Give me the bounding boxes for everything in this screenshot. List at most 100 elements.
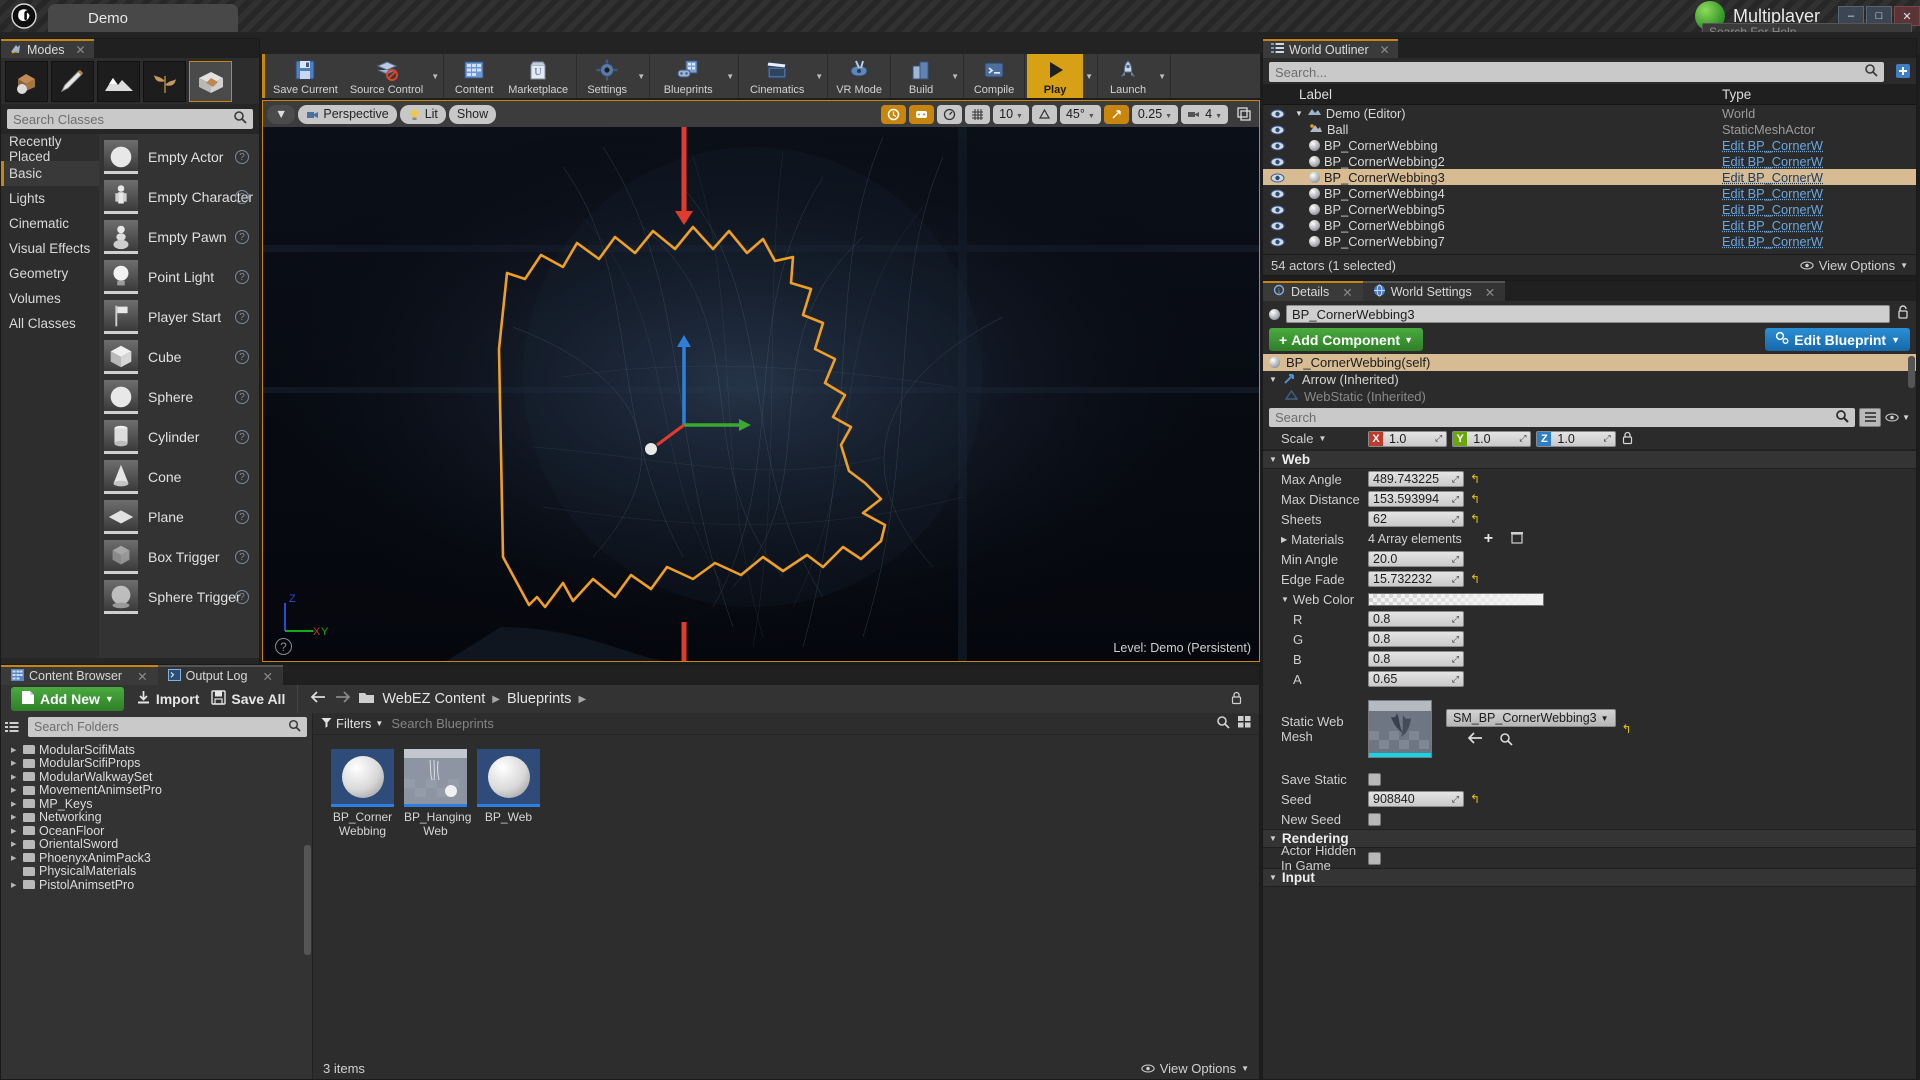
- asset-tile-bp-corner-webbing[interactable]: BP_Corner Webbing: [331, 749, 394, 839]
- lock-ratio-icon[interactable]: [1621, 430, 1634, 448]
- save-current-button[interactable]: Save Current: [267, 54, 344, 98]
- visibility-toggle-icon[interactable]: [1263, 189, 1291, 198]
- expand-folder-icon[interactable]: ▶: [11, 786, 19, 794]
- property-input-a[interactable]: 0.65 ⤢: [1368, 671, 1464, 687]
- outliner-row-type[interactable]: Edit BP_CornerW: [1716, 234, 1916, 249]
- drag-handle-icon[interactable]: ⤢: [1452, 674, 1459, 685]
- details-search-input[interactable]: Search: [1269, 407, 1856, 427]
- forward-button[interactable]: [334, 690, 351, 708]
- content-browser-view-options-button[interactable]: View Options ▼: [1141, 1061, 1249, 1076]
- play-dropdown-icon[interactable]: ▼: [1083, 54, 1095, 98]
- revert-property-icon[interactable]: ↰: [1470, 572, 1480, 586]
- static-mesh-thumbnail[interactable]: [1368, 700, 1432, 758]
- actor-name-field[interactable]: [1286, 305, 1890, 323]
- mesh-asset-combo[interactable]: SM_BP_CornerWebbing3 ▼: [1446, 709, 1616, 727]
- expand-folder-icon[interactable]: ▶: [11, 759, 19, 767]
- viewport-help-icon[interactable]: ?: [275, 638, 292, 655]
- revert-property-icon[interactable]: ↰: [1470, 492, 1480, 506]
- foliage-mode-icon[interactable]: [143, 61, 186, 102]
- chevron-down-icon[interactable]: ▼: [1319, 434, 1327, 443]
- scale-x-field[interactable]: X 1.0 ⤢: [1368, 430, 1448, 447]
- content-button[interactable]: Content: [446, 54, 502, 98]
- outliner-row-type[interactable]: Edit BP_CornerW: [1716, 186, 1916, 201]
- help-icon[interactable]: ?: [235, 270, 249, 284]
- chevron-down-icon[interactable]: ▼: [1281, 595, 1289, 604]
- revert-property-icon[interactable]: ↰: [1622, 722, 1632, 736]
- help-icon[interactable]: ?: [235, 150, 249, 164]
- outliner-row[interactable]: BP_CornerWebbing4 Edit BP_CornerW: [1263, 185, 1916, 201]
- outliner-search-input[interactable]: Search...: [1269, 62, 1884, 82]
- settings-dropdown-icon[interactable]: ▼: [635, 54, 647, 98]
- grid-snap-toggle[interactable]: [965, 104, 991, 124]
- launch-dropdown-icon[interactable]: ▼: [1156, 54, 1168, 98]
- maximize-viewport-button[interactable]: [1231, 105, 1257, 124]
- add-new-button[interactable]: Add New ▼: [11, 687, 124, 711]
- category-lights[interactable]: Lights: [1, 186, 99, 211]
- cinematics-dropdown-icon[interactable]: ▼: [813, 54, 825, 98]
- browse-to-asset-button[interactable]: [1499, 732, 1513, 749]
- tree-options-icon[interactable]: [1, 721, 23, 733]
- category-cinematic[interactable]: Cinematic: [1, 211, 99, 236]
- blueprints-dropdown-icon[interactable]: ▼: [724, 54, 736, 98]
- details-display-options-button[interactable]: [1859, 407, 1882, 427]
- category-recently-placed[interactable]: Recently Placed: [1, 134, 99, 164]
- drag-handle-icon[interactable]: ⤢: [1452, 494, 1459, 505]
- vr-mode-button[interactable]: VR Mode: [830, 54, 888, 98]
- delete-array-button[interactable]: [1511, 531, 1524, 547]
- asset-search-icon[interactable]: [1216, 715, 1230, 733]
- expand-folder-icon[interactable]: ▶: [11, 773, 19, 781]
- help-icon[interactable]: ?: [235, 430, 249, 444]
- tab-details[interactable]: i Details ✕: [1263, 281, 1363, 301]
- drag-handle-icon[interactable]: ⤢: [1452, 514, 1459, 525]
- expand-folder-icon[interactable]: ▶: [11, 881, 19, 889]
- breadcrumb-root[interactable]: WebEZ Content: [382, 691, 485, 707]
- lock-icon[interactable]: [1896, 304, 1910, 324]
- property-input-r[interactable]: 0.8 ⤢: [1368, 611, 1464, 627]
- viewport-options-button[interactable]: ▼: [267, 104, 296, 124]
- perspective-button[interactable]: Perspective: [298, 104, 397, 124]
- placeable-cube[interactable]: Cube?: [99, 337, 259, 377]
- camera-speed-toggle[interactable]: [937, 104, 963, 124]
- visibility-toggle-icon[interactable]: [1263, 205, 1291, 214]
- help-icon[interactable]: ?: [235, 390, 249, 404]
- expand-folder-icon[interactable]: ▶: [11, 827, 19, 835]
- edit-blueprint-button[interactable]: Edit Blueprint ▼: [1765, 328, 1910, 351]
- folder-search-input[interactable]: Search Folders: [28, 717, 307, 737]
- place-mode-icon[interactable]: [5, 61, 48, 102]
- property-input-min-angle[interactable]: 20.0 ⤢: [1368, 551, 1464, 567]
- folder-row-oceanfloor[interactable]: ▶ OceanFloor: [1, 824, 312, 838]
- drag-handle-icon[interactable]: ⤢: [1452, 634, 1459, 645]
- expand-array-icon[interactable]: ▶: [1281, 535, 1287, 544]
- folder-row-modularscifiprops[interactable]: ▶ ModularScifiProps: [1, 756, 312, 770]
- expand-folder-icon[interactable]: ▶: [11, 854, 19, 862]
- outliner-label-column[interactable]: Label: [1291, 87, 1716, 102]
- component-row-webstatic[interactable]: WebStatic (Inherited): [1263, 388, 1916, 405]
- grid-snap-value[interactable]: 10 ▼: [993, 104, 1029, 124]
- details-view-options-button[interactable]: ▼: [1885, 413, 1910, 422]
- drag-handle-icon[interactable]: ⤢: [1452, 794, 1459, 805]
- folder-tree-scrollbar[interactable]: [304, 845, 311, 955]
- property-input-g[interactable]: 0.8 ⤢: [1368, 631, 1464, 647]
- rotation-snap-toggle[interactable]: [1031, 104, 1057, 124]
- help-icon[interactable]: ?: [235, 350, 249, 364]
- placeable-player-start[interactable]: Player Start?: [99, 297, 259, 337]
- property-input-edge-fade[interactable]: 15.732232 ⤢: [1368, 571, 1464, 587]
- compile-button[interactable]: Compile: [966, 54, 1022, 98]
- component-row-arrow[interactable]: ▼ Arrow (Inherited): [1263, 371, 1916, 388]
- camera-speed-value[interactable]: 4 ▼: [1181, 104, 1228, 124]
- expand-folder-icon[interactable]: ▶: [11, 813, 19, 821]
- placeable-empty-pawn[interactable]: Empty Pawn?: [99, 217, 259, 257]
- folder-row-modularwalkwayset[interactable]: ▶ ModularWalkwaySet: [1, 770, 312, 784]
- outliner-row[interactable]: ▼ Demo (Editor) World: [1263, 105, 1916, 121]
- realtime-toggle[interactable]: [881, 104, 907, 124]
- drag-handle-icon[interactable]: ⤢: [1452, 474, 1459, 485]
- help-icon[interactable]: ?: [235, 310, 249, 324]
- marketplace-button[interactable]: U Marketplace: [502, 54, 574, 98]
- close-icon[interactable]: ✕: [262, 669, 272, 684]
- search-classes-input[interactable]: Search Classes: [7, 109, 253, 129]
- blueprints-button[interactable]: Blueprints: [652, 54, 724, 98]
- close-icon[interactable]: ✕: [76, 43, 86, 57]
- drag-handle-icon[interactable]: ⤢: [1452, 614, 1459, 625]
- folder-row-physicalmaterials[interactable]: PhysicalMaterials: [1, 864, 312, 878]
- property-checkbox-new-seed[interactable]: [1368, 812, 1381, 826]
